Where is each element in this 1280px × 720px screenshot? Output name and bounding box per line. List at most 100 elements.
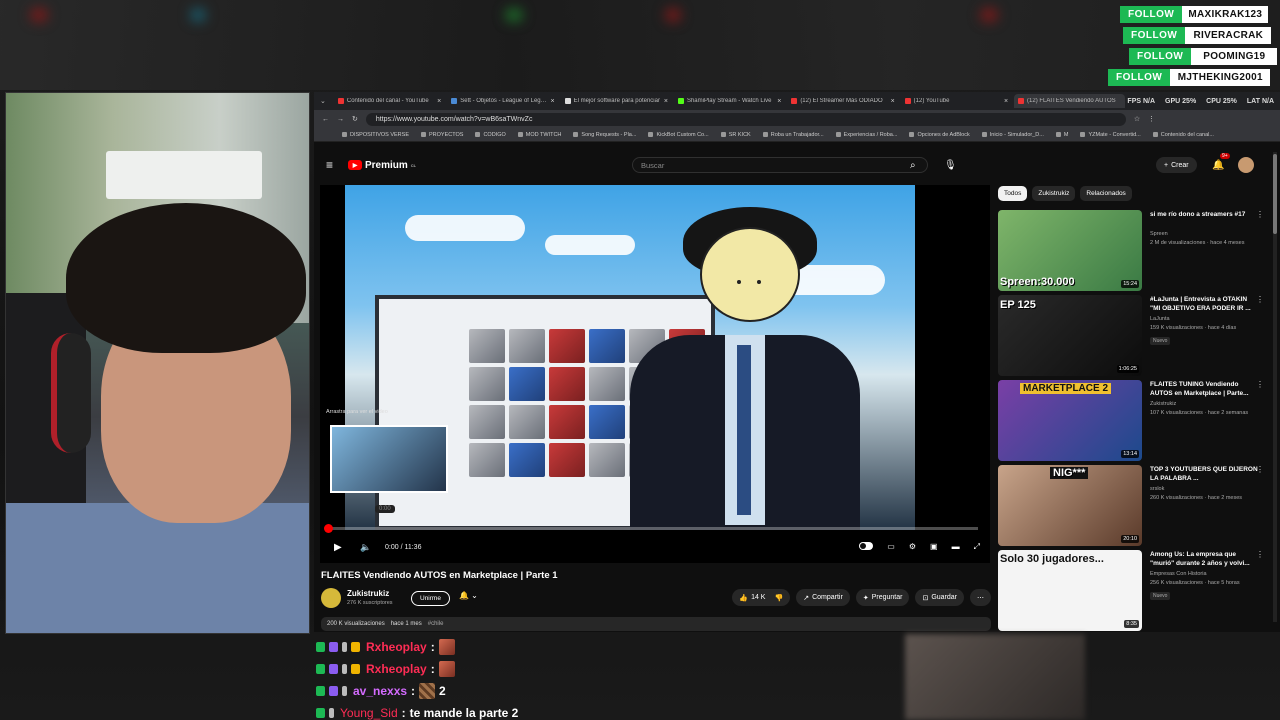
hashtag[interactable]: #chile — [428, 621, 444, 627]
play-icon[interactable]: ▶ — [334, 542, 342, 553]
bookmark-item[interactable]: DISPOSITIVOS VERSE — [342, 132, 409, 138]
more-vert-icon[interactable]: ⋮ — [1256, 550, 1264, 559]
chip-related[interactable]: Relacionados — [1080, 186, 1132, 201]
bookmark-item[interactable]: Experiencias / Roba... — [836, 132, 898, 138]
chat-username[interactable]: Rxheoplay — [366, 640, 427, 654]
browser-tab[interactable]: ShamiPlay Stream - Watch Live × — [674, 94, 785, 108]
youtube-logo[interactable]: ▶ Premium CL — [348, 160, 416, 171]
recommendation-item[interactable]: EP 125 1:06:25 #LaJunta | Entrevista a O… — [998, 295, 1268, 377]
browser-tab[interactable]: Contenido del canal - YouTube × — [334, 94, 445, 108]
url-field[interactable]: https://www.youtube.com/watch?v=wB6saTWn… — [365, 112, 1126, 126]
more-vert-icon[interactable]: ⋮ — [1256, 210, 1264, 219]
scrollbar-thumb[interactable] — [1273, 154, 1277, 234]
miniplayer-icon[interactable]: ▣ — [930, 542, 938, 552]
bookmark-item[interactable]: Contenido del canal... — [1153, 132, 1214, 138]
close-icon[interactable]: × — [891, 98, 895, 105]
browser-tab[interactable]: (12) El Streamer Más ODIADO × — [787, 94, 898, 108]
recommendation-thumbnail[interactable]: Spreen:30.000 15:24 — [998, 210, 1142, 291]
share-button[interactable]: ↗ Compartir — [796, 589, 850, 606]
search-placeholder: Buscar — [641, 160, 665, 170]
scrubber-handle[interactable] — [324, 524, 333, 533]
bookmark-item[interactable]: SR KICK — [721, 132, 751, 138]
close-icon[interactable]: × — [777, 98, 781, 105]
fullscreen-icon[interactable]: ⤢ — [974, 542, 980, 552]
close-icon[interactable]: × — [551, 98, 555, 105]
close-icon[interactable]: × — [437, 98, 441, 105]
chat-username[interactable]: av_nexxs — [353, 684, 407, 698]
scrollbar[interactable] — [1273, 152, 1277, 622]
back-icon[interactable]: ← — [322, 116, 329, 123]
share-icon: ↗ — [803, 594, 810, 602]
recommendation-item[interactable]: Solo 30 jugadores... 8:35 Among Us: La e… — [998, 550, 1268, 632]
bookmark-item[interactable]: PROYECTOS — [421, 132, 463, 138]
recommendation-thumbnail[interactable]: EP 125 1:06:25 — [998, 295, 1142, 376]
more-vert-icon[interactable]: ⋮ — [1256, 380, 1264, 389]
recommendation-thumbnail[interactable]: Solo 30 jugadores... 8:35 — [998, 550, 1142, 631]
sword-badge-icon — [342, 686, 347, 696]
video-player[interactable]: Arrastra para ver el video 0:00 ▶ 🔈 0:00… — [320, 185, 990, 563]
close-icon[interactable]: × — [664, 98, 668, 105]
join-button[interactable]: Unirme — [411, 591, 450, 606]
ask-button[interactable]: ✦ Preguntar — [855, 589, 910, 606]
recommendation-thumbnail[interactable]: MARKETPLACE 2 13:14 — [998, 380, 1142, 461]
theater-icon[interactable]: ▬ — [952, 542, 960, 552]
reload-icon[interactable]: ↻ — [352, 115, 358, 123]
bookmark-item[interactable]: YZMate - Convertid... — [1080, 132, 1140, 138]
like-button[interactable]: 👍 14 K 👎 — [732, 589, 791, 606]
more-vert-icon[interactable]: ⋮ — [1256, 295, 1264, 304]
subtitles-icon[interactable]: ▭ — [887, 542, 895, 552]
bookmark-item[interactable]: Inicio - Simulador_D... — [982, 132, 1044, 138]
bookmark-item[interactable]: Opciones de AdBlock — [909, 132, 969, 138]
recommendation-thumbnail[interactable]: NIG*** 20:10 — [998, 465, 1142, 546]
bookmark-item[interactable]: M — [1056, 132, 1069, 138]
bookmark-item[interactable]: CODIGO — [475, 132, 505, 138]
tie — [737, 345, 751, 515]
join-label: Unirme — [420, 595, 441, 602]
close-icon[interactable]: × — [1004, 98, 1008, 105]
bookmark-item[interactable]: Roba un Trabajador... — [763, 132, 824, 138]
like-count: 14 K — [751, 594, 766, 601]
bookmark-star-icon[interactable]: ☆ — [1134, 115, 1140, 123]
bookmark-item[interactable]: MOD TWITCH — [518, 132, 562, 138]
browser-tab[interactable]: (12) YouTube × — [901, 94, 1012, 108]
subscription-bell-icon[interactable]: 🔔 ⌄ — [459, 591, 478, 600]
channel-avatar[interactable] — [321, 588, 341, 608]
channel-name[interactable]: Zukistrukiz — [347, 589, 389, 598]
crown-badge-icon — [351, 642, 360, 652]
plus-icon: + — [1164, 161, 1169, 169]
more-vert-icon[interactable]: ⋮ — [1256, 465, 1264, 474]
chip-all[interactable]: Todos — [998, 186, 1028, 201]
recommendation-item[interactable]: NIG*** 20:10 TOP 3 YOUTUBERS QUE DIJERON… — [998, 465, 1268, 547]
create-button[interactable]: + Crear — [1156, 157, 1197, 173]
notifications-icon[interactable]: 🔔 — [1212, 160, 1224, 171]
kick-badge-icon — [316, 664, 325, 674]
thumbs-down-icon[interactable]: 👎 — [774, 594, 783, 602]
browser-tab[interactable]: Sett - Objetos - League of Legends × — [447, 94, 558, 108]
search-icon[interactable]: ⌕ — [910, 160, 916, 171]
forward-icon[interactable]: → — [337, 116, 344, 123]
microphone-icon[interactable]: 🎙 — [944, 160, 957, 171]
extensions-icon[interactable]: ⋮ — [1148, 115, 1155, 123]
settings-icon[interactable]: ⚙ — [909, 542, 916, 552]
recommendation-item[interactable]: MARKETPLACE 2 13:14 FLAITES TUNING Vendi… — [998, 380, 1268, 462]
bookmark-item[interactable]: Song Requests - Pla... — [573, 132, 636, 138]
chat-username[interactable]: Young_Sid — [340, 706, 398, 720]
thumbnail-overlay-text: EP 125 — [1000, 299, 1036, 311]
chat-username[interactable]: Rxheoplay — [366, 662, 427, 676]
description-box[interactable]: 200 K visualizaciones hace 1 mes #chile — [321, 617, 991, 631]
browser-tab[interactable]: El mejor software para potenciar × — [561, 94, 672, 108]
chip-channel[interactable]: Zukistrukiz — [1032, 186, 1076, 201]
menu-icon[interactable]: ≡ — [326, 158, 333, 172]
headset — [51, 333, 91, 453]
avatar[interactable] — [1238, 157, 1254, 173]
progress-bar[interactable] — [326, 527, 978, 530]
recommendation-item[interactable]: Spreen:30.000 15:24 si me río dono a str… — [998, 210, 1268, 292]
bookmark-item[interactable]: KickBot Custom Co... — [648, 132, 708, 138]
tab-list-icon[interactable]: ⌄ — [320, 97, 326, 105]
browser-tab-active[interactable]: (12) FLAITES Vendiendo AUTOS — [1014, 94, 1126, 108]
search-input[interactable]: Buscar — [632, 157, 928, 173]
volume-icon[interactable]: 🔈 — [360, 542, 371, 553]
autoplay-toggle[interactable] — [859, 542, 874, 550]
save-button[interactable]: ⊡ Guardar — [915, 589, 964, 606]
more-actions-button[interactable]: ⋯ — [970, 589, 991, 606]
